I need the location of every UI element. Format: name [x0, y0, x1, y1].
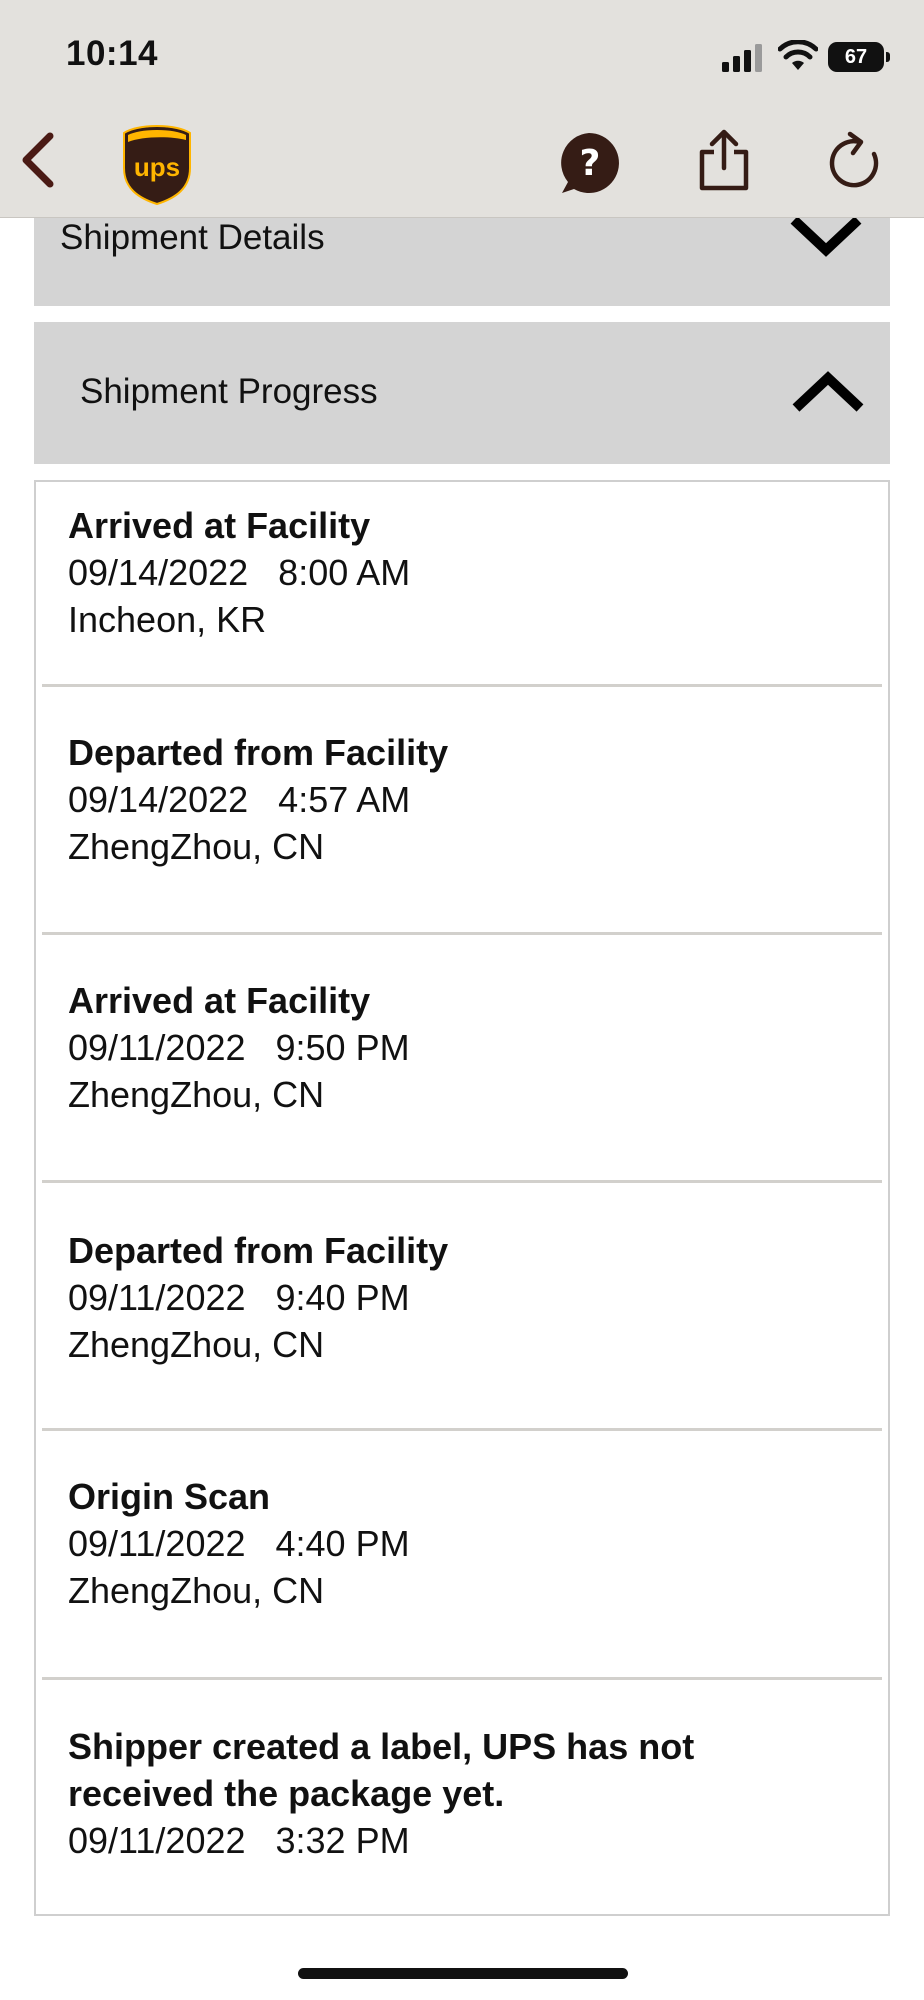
share-icon[interactable]: [696, 128, 752, 192]
shipment-progress-list: Arrived at Facility 09/14/2022 8:00 AM I…: [34, 480, 890, 1916]
refresh-icon[interactable]: [826, 130, 882, 190]
svg-text:ups: ups: [134, 152, 180, 182]
list-item: Origin Scan 09/11/2022 4:40 PM ZhengZhou…: [36, 1431, 888, 1677]
home-indicator[interactable]: [298, 1968, 628, 1979]
event-location: ZhengZhou, CN: [68, 826, 325, 867]
event-datetime: 09/14/2022 8:00 AM: [68, 552, 411, 593]
battery-icon: 67: [828, 42, 890, 72]
event-location: Incheon, KR: [68, 599, 267, 640]
event-datetime: 09/14/2022 4:57 AM: [68, 779, 411, 820]
list-item: Arrived at Facility 09/14/2022 8:00 AM I…: [36, 482, 888, 684]
event-datetime: 09/11/2022 9:40 PM: [68, 1277, 410, 1318]
chevron-up-icon: [792, 371, 864, 412]
status-time: 10:14: [66, 34, 159, 73]
shipment-details-title: Shipment Details: [60, 218, 325, 257]
event-datetime: 09/11/2022 4:40 PM: [68, 1523, 410, 1564]
top-bar: 10:14 67 ups ?: [0, 0, 924, 218]
battery-level: 67: [844, 46, 868, 68]
event-location: ZhengZhou, CN: [68, 1324, 325, 1365]
event-location: ZhengZhou, CN: [68, 1074, 325, 1115]
svg-text:?: ?: [580, 143, 601, 184]
ups-logo: ups: [123, 124, 191, 206]
shipment-progress-title: Shipment Progress: [80, 372, 378, 411]
event-title: Shipper created a label, UPS has not rec…: [68, 1726, 695, 1814]
list-item: Arrived at Facility 09/11/2022 9:50 PM Z…: [36, 935, 888, 1181]
wifi-icon: [778, 40, 818, 70]
event-title: Arrived at Facility: [68, 980, 371, 1021]
chevron-left-icon[interactable]: [16, 130, 60, 190]
event-title: Origin Scan: [68, 1476, 271, 1517]
list-item: Departed from Facility 09/14/2022 4:57 A…: [36, 687, 888, 933]
list-item: Shipper created a label, UPS has not rec…: [36, 1680, 888, 1916]
event-datetime: 09/11/2022 9:50 PM: [68, 1027, 410, 1068]
event-title: Arrived at Facility: [68, 505, 371, 546]
chevron-down-icon: [790, 216, 862, 257]
shipment-progress-header[interactable]: Shipment Progress: [34, 322, 890, 464]
list-item: Departed from Facility 09/11/2022 9:40 P…: [36, 1183, 888, 1429]
event-datetime: 09/11/2022 3:32 PM: [68, 1820, 410, 1861]
event-title: Departed from Facility: [68, 732, 449, 773]
cellular-signal-icon: [722, 44, 762, 72]
question-bubble-icon[interactable]: ?: [556, 130, 622, 196]
event-location: ZhengZhou, CN: [68, 1570, 325, 1611]
event-title: Departed from Facility: [68, 1230, 449, 1271]
